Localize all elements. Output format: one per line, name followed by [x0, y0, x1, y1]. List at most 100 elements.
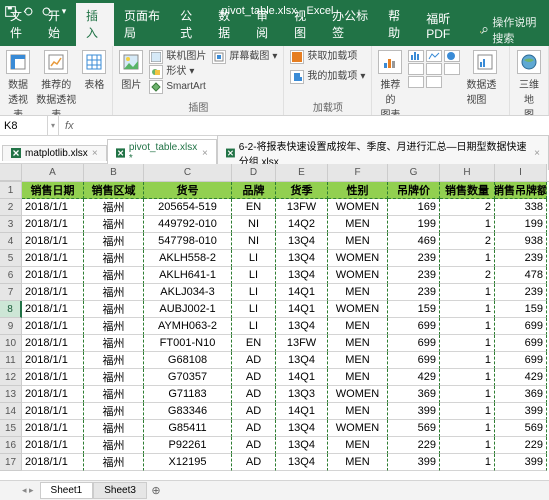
sheet-tab-Sheet1[interactable]: Sheet1: [40, 482, 94, 499]
cell[interactable]: WOMEN: [328, 386, 388, 403]
cell[interactable]: 399: [495, 454, 547, 471]
cell[interactable]: 1: [440, 403, 495, 420]
row-header-12[interactable]: 12: [0, 369, 22, 386]
cell[interactable]: MEN: [328, 352, 388, 369]
cell[interactable]: 13Q4: [276, 267, 328, 284]
cell[interactable]: 13FW: [276, 335, 328, 352]
smartart-button[interactable]: SmartArt: [149, 80, 206, 94]
cell[interactable]: NI: [232, 233, 276, 250]
cell[interactable]: MEN: [328, 284, 388, 301]
cell[interactable]: AD: [232, 352, 276, 369]
cell[interactable]: LI: [232, 284, 276, 301]
cell[interactable]: LI: [232, 301, 276, 318]
cell[interactable]: 福州: [84, 250, 144, 267]
row-header-2[interactable]: 2: [0, 199, 22, 216]
row-header-14[interactable]: 14: [0, 403, 22, 420]
cell[interactable]: 699: [388, 352, 440, 369]
cell[interactable]: 福州: [84, 386, 144, 403]
cell[interactable]: 2: [440, 233, 495, 250]
cell[interactable]: 福州: [84, 437, 144, 454]
cell[interactable]: 14Q1: [276, 301, 328, 318]
cell[interactable]: 2018/1/1: [22, 454, 84, 471]
3dmap-button[interactable]: 三维地 图: [516, 50, 542, 116]
table-header[interactable]: 销售数量: [440, 182, 495, 199]
cell[interactable]: EN: [232, 335, 276, 352]
pivot-table-button[interactable]: 数据 透视表: [6, 50, 30, 116]
cell[interactable]: 1: [440, 369, 495, 386]
rec-pivot-button[interactable]: 推荐的 数据透视表: [36, 50, 76, 116]
cell[interactable]: 429: [495, 369, 547, 386]
cell[interactable]: 1: [440, 437, 495, 454]
screenshot-button[interactable]: 屏幕截图 ▾: [212, 50, 277, 64]
ribbon-tab-5[interactable]: 数据: [208, 3, 246, 46]
cell[interactable]: G85411: [144, 420, 232, 437]
row-header-8[interactable]: 8: [0, 301, 22, 318]
cell[interactable]: 449792-010: [144, 216, 232, 233]
cell[interactable]: 399: [388, 403, 440, 420]
online-picture-button[interactable]: 联机图片: [149, 50, 206, 64]
cell[interactable]: 239: [495, 250, 547, 267]
file-tab-0[interactable]: matplotlib.xlsx×: [2, 145, 107, 161]
chart-stat-icon[interactable]: [426, 63, 442, 75]
my-addins-button[interactable]: 我的加载项 ▾: [290, 70, 365, 84]
chart-column-icon[interactable]: [408, 50, 424, 62]
col-header-F[interactable]: F: [328, 164, 388, 181]
pivot-chart-button[interactable]: 数据透视图: [466, 50, 503, 106]
cell[interactable]: 2018/1/1: [22, 284, 84, 301]
table-header[interactable]: 销售吊牌额: [495, 182, 547, 199]
cell[interactable]: 2018/1/1: [22, 216, 84, 233]
cell[interactable]: 2018/1/1: [22, 437, 84, 454]
cell[interactable]: 429: [388, 369, 440, 386]
cell[interactable]: 2018/1/1: [22, 386, 84, 403]
table-header[interactable]: 货号: [144, 182, 232, 199]
cell[interactable]: AD: [232, 420, 276, 437]
cell[interactable]: 2018/1/1: [22, 250, 84, 267]
cell[interactable]: 1: [440, 454, 495, 471]
cell[interactable]: 478: [495, 267, 547, 284]
cell[interactable]: 13Q4: [276, 454, 328, 471]
table-button[interactable]: 表格: [82, 50, 106, 91]
table-header[interactable]: 性别: [328, 182, 388, 199]
cell[interactable]: 399: [495, 403, 547, 420]
cell[interactable]: 2018/1/1: [22, 199, 84, 216]
cell[interactable]: 1: [440, 335, 495, 352]
sheet-tab-Sheet3[interactable]: Sheet3: [93, 482, 147, 499]
row-header-1[interactable]: 1: [0, 182, 22, 199]
cell[interactable]: 13Q4: [276, 318, 328, 335]
chart-hier-icon[interactable]: [408, 63, 424, 75]
cell[interactable]: 205654-519: [144, 199, 232, 216]
cell[interactable]: 2018/1/1: [22, 369, 84, 386]
col-header-C[interactable]: C: [144, 164, 232, 181]
ribbon-tab-4[interactable]: 公式: [170, 3, 208, 46]
cell[interactable]: 福州: [84, 216, 144, 233]
cell[interactable]: 239: [388, 267, 440, 284]
row-header-10[interactable]: 10: [0, 335, 22, 352]
table-header[interactable]: 品牌: [232, 182, 276, 199]
chart-line-icon[interactable]: [426, 50, 442, 62]
cell[interactable]: WOMEN: [328, 301, 388, 318]
cell[interactable]: 2018/1/1: [22, 301, 84, 318]
cell[interactable]: 14Q2: [276, 216, 328, 233]
cell[interactable]: 1: [440, 318, 495, 335]
col-header-E[interactable]: E: [276, 164, 328, 181]
row-header-7[interactable]: 7: [0, 284, 22, 301]
cell[interactable]: 14Q1: [276, 369, 328, 386]
cell[interactable]: 13FW: [276, 199, 328, 216]
cell[interactable]: 1: [440, 284, 495, 301]
col-header-I[interactable]: I: [495, 164, 547, 181]
cell[interactable]: 699: [495, 352, 547, 369]
cell[interactable]: 229: [495, 437, 547, 454]
cell[interactable]: 13Q3: [276, 386, 328, 403]
cell[interactable]: 1: [440, 352, 495, 369]
cell[interactable]: LI: [232, 267, 276, 284]
cell[interactable]: 938: [495, 233, 547, 250]
cell[interactable]: LI: [232, 318, 276, 335]
cell[interactable]: 569: [388, 420, 440, 437]
cell[interactable]: MEN: [328, 403, 388, 420]
cell[interactable]: 13Q4: [276, 250, 328, 267]
cell[interactable]: 福州: [84, 199, 144, 216]
cell[interactable]: X12195: [144, 454, 232, 471]
cell[interactable]: 福州: [84, 454, 144, 471]
cell[interactable]: 1: [440, 420, 495, 437]
cell[interactable]: 2018/1/1: [22, 335, 84, 352]
